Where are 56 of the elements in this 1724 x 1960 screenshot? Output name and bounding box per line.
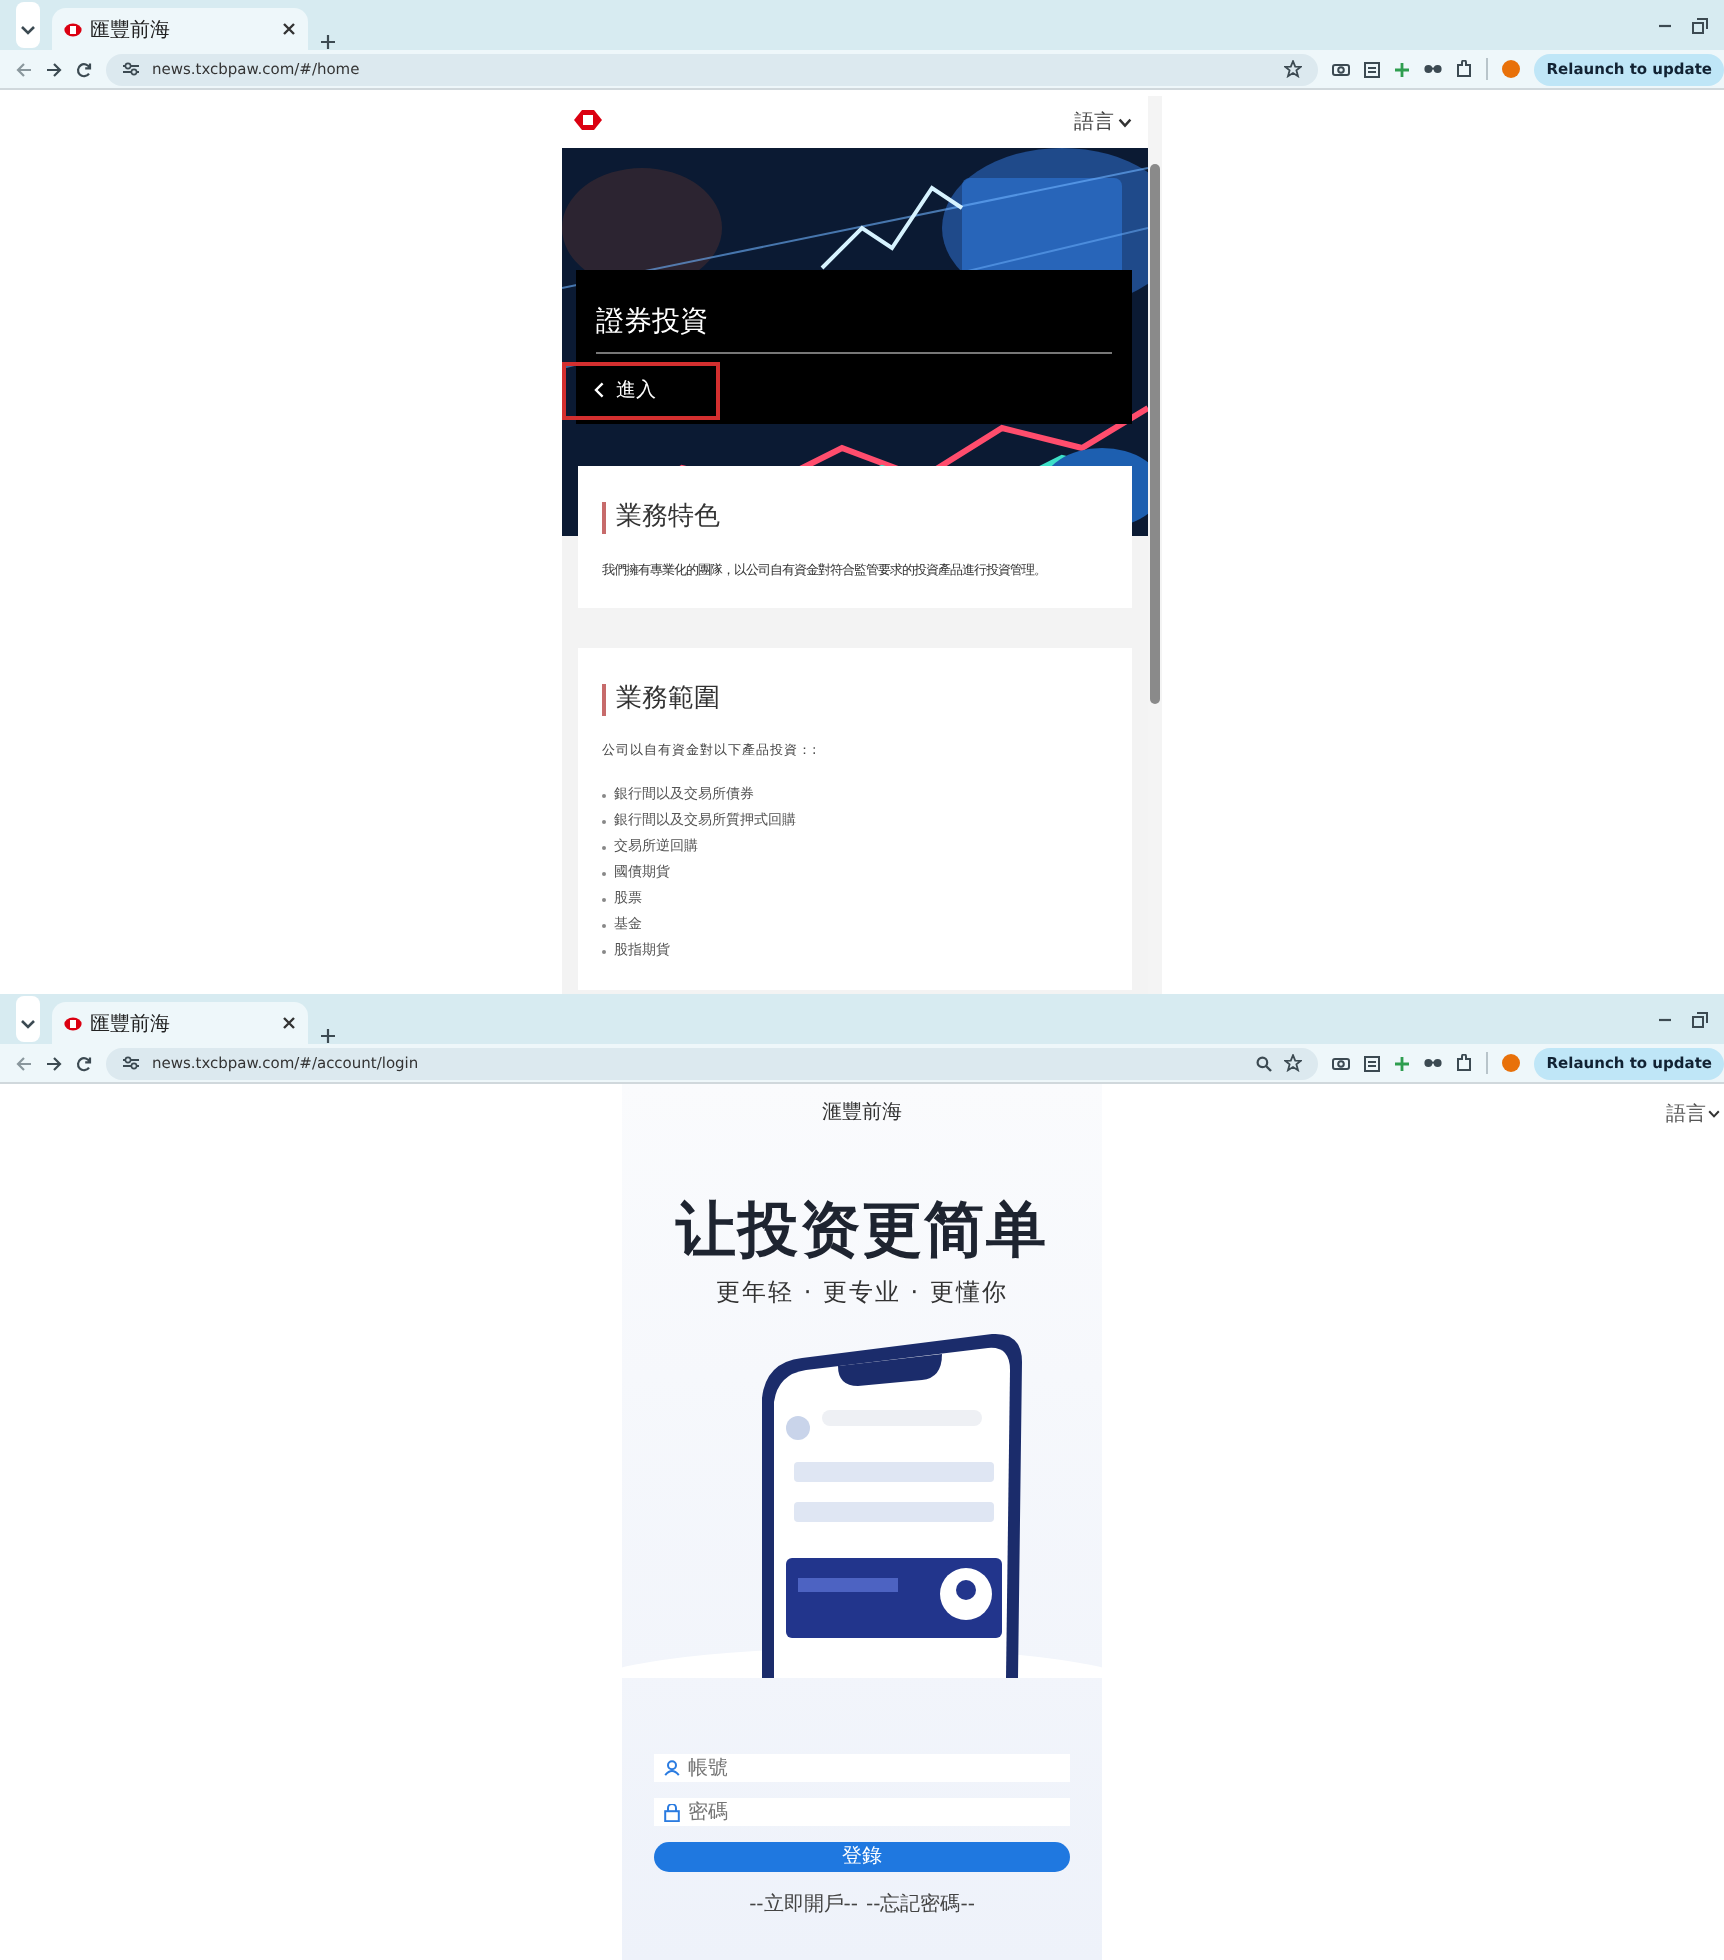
- reader-icon[interactable]: [1364, 1055, 1381, 1071]
- zoom-icon[interactable]: [1256, 1055, 1273, 1071]
- camera-icon[interactable]: [1332, 62, 1351, 76]
- login-link[interactable]: --立即開戶--: [749, 1890, 858, 1918]
- chevron-icon: [20, 24, 36, 36]
- back-icon[interactable]: [16, 61, 32, 77]
- bookmark-star-icon[interactable]: [1284, 1054, 1303, 1072]
- login-link[interactable]: --忘記密碼--: [866, 1890, 975, 1918]
- language-menu[interactable]: 語言: [1074, 108, 1132, 136]
- restore-icon[interactable]: [1692, 1011, 1708, 1027]
- logo-icon: [574, 110, 602, 134]
- enter-link[interactable]: 進入: [562, 362, 720, 420]
- site-info-icon[interactable]: [122, 62, 140, 76]
- puzzle-icon[interactable]: [1456, 60, 1473, 78]
- close-icon[interactable]: [282, 22, 296, 36]
- browser-tab[interactable]: 匯豐前海: [52, 1002, 308, 1044]
- bookmark-star-icon[interactable]: [1284, 60, 1303, 78]
- section-heading: 業務特色: [602, 502, 1108, 534]
- close-icon[interactable]: [282, 1016, 296, 1030]
- back-icon[interactable]: [16, 1055, 32, 1071]
- reader-icon[interactable]: [1364, 61, 1381, 77]
- glasses-icon[interactable]: [1424, 1058, 1443, 1068]
- forward-icon[interactable]: [46, 61, 62, 77]
- avatar-icon[interactable]: [1502, 1054, 1521, 1072]
- login-button[interactable]: 登錄: [654, 1842, 1070, 1872]
- site-info-icon[interactable]: [122, 1056, 140, 1070]
- browser-tab[interactable]: 匯豐前海: [52, 8, 308, 50]
- password-field[interactable]: 密碼: [654, 1798, 1070, 1826]
- camera-icon[interactable]: [1332, 1056, 1351, 1070]
- chevron-icon: [1708, 1110, 1720, 1118]
- scrollbar-thumb[interactable]: [1150, 164, 1160, 704]
- favicon-icon: [64, 1015, 82, 1031]
- chevron-icon: [1118, 117, 1132, 127]
- favicon-icon: [64, 21, 82, 37]
- reload-icon[interactable]: [76, 1055, 92, 1071]
- brand-title: 滙豐前海: [822, 1099, 902, 1126]
- tab-search-button[interactable]: [16, 2, 40, 48]
- lock-icon: [664, 1804, 680, 1822]
- section-heading: 業務範圍: [602, 684, 1108, 716]
- slogan: 更年轻 · 更专业 · 更懂你: [716, 1276, 1008, 1310]
- tab-search-button[interactable]: [16, 996, 40, 1042]
- new-tab-icon[interactable]: [320, 34, 336, 50]
- reload-icon[interactable]: [76, 61, 92, 77]
- back-chevron-icon: [594, 382, 604, 398]
- restore-icon[interactable]: [1692, 17, 1708, 33]
- headline: 让投资更简单: [676, 1194, 1048, 1270]
- banner-title: 證券投資: [596, 304, 710, 340]
- puzzle-icon[interactable]: [1456, 1054, 1473, 1072]
- glasses-icon[interactable]: [1424, 64, 1443, 74]
- user-icon: [664, 1760, 680, 1776]
- language-menu[interactable]: 語言: [1666, 1100, 1720, 1128]
- forward-icon[interactable]: [46, 1055, 62, 1071]
- new-tab-icon[interactable]: [320, 1028, 336, 1044]
- account-field[interactable]: 帳號: [654, 1754, 1070, 1782]
- chevron-icon: [20, 1018, 36, 1030]
- avatar-icon[interactable]: [1502, 60, 1521, 78]
